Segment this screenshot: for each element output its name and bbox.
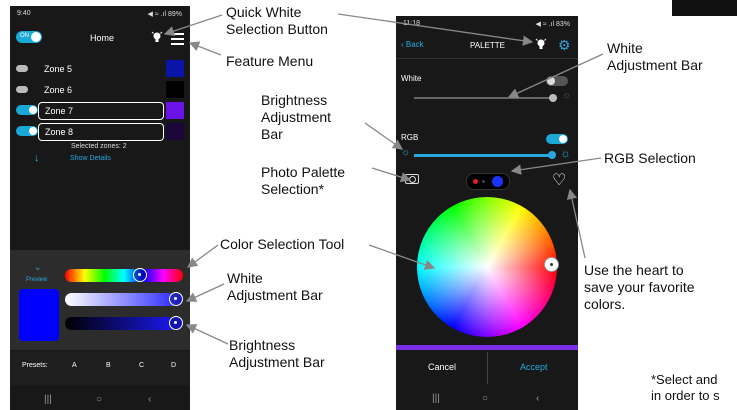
- annotation-photo-palette: Photo Palette Selection*: [261, 164, 345, 198]
- annotation-footnote: *Select and in order to s: [651, 372, 737, 404]
- annotation-line: Selection*: [261, 181, 325, 197]
- annotation-heart: Use the heart to save your favorite colo…: [584, 262, 695, 313]
- annotation-feature-menu: Feature Menu: [226, 53, 314, 69]
- annotation-brightness: Brightness Adjustment Bar: [261, 92, 331, 143]
- annotation-rgb-selection: RGB Selection: [604, 150, 696, 166]
- annotation-color-tool: Color Selection Tool: [220, 236, 345, 252]
- annotation-white-adjustment-left: White Adjustment Bar: [227, 270, 323, 304]
- annotation-line: Adjustment Bar: [229, 354, 325, 370]
- annotation-quick-white: Quick White Selection Button: [226, 4, 328, 38]
- annotation-white-adjustment-right: White Adjustment Bar: [607, 40, 703, 74]
- annotation-line: Adjustment Bar: [227, 287, 323, 303]
- annotation-brightness-left: Brightness Adjustment Bar: [229, 337, 325, 371]
- annotation-line: Quick White: [226, 4, 302, 20]
- annotation-line: Photo Palette: [261, 164, 346, 180]
- annotation-line: White: [227, 270, 263, 286]
- annotation-line: Adjustment Bar: [607, 57, 703, 73]
- annotation-line: *Select and: [651, 372, 718, 387]
- annotation-line: Adjustment: [261, 109, 332, 125]
- annotation-line: Selection Button: [226, 21, 328, 37]
- annotation-line: Use the heart to: [584, 262, 684, 278]
- annotation-line: save your favorite: [584, 279, 695, 295]
- annotation-line: Brightness: [229, 337, 296, 353]
- annotation-line: Brightness: [261, 92, 328, 108]
- annotation-line: colors.: [584, 296, 626, 312]
- annotation-line: Bar: [261, 126, 283, 142]
- annotation-line: in order to s: [651, 388, 720, 403]
- annotation-line: White: [607, 40, 643, 56]
